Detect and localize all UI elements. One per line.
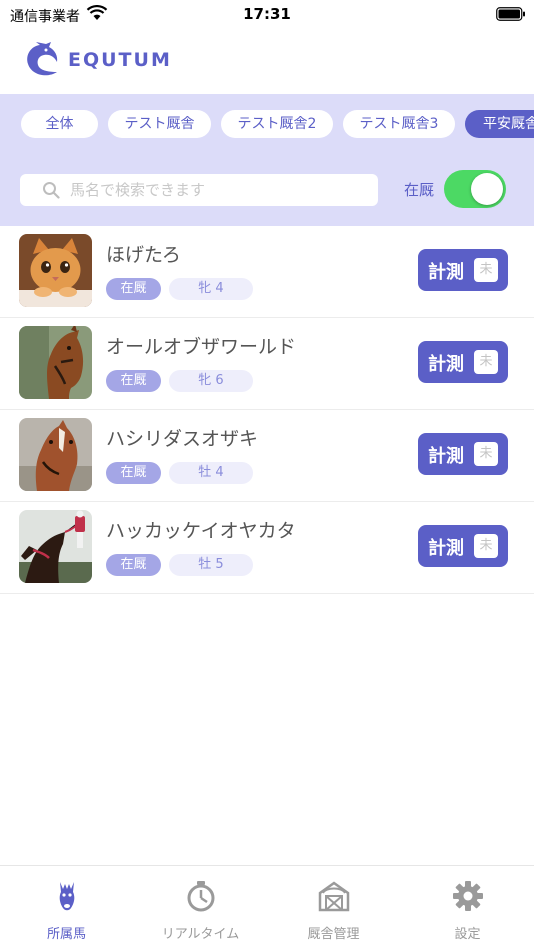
filter-panel: 全体 テスト厩舎 テスト厩舎2 テスト厩舎3 平安厩舎 在厩 xyxy=(0,94,534,226)
status-bar: 通信事業者 17:31 xyxy=(0,0,534,30)
horse-list: ほげたろ 在厩 牝 4 計測 未 オールオブザワールド 在厩 牝 6 計測 未 xyxy=(0,226,534,594)
sex-age-badge: 牡 4 xyxy=(169,462,253,484)
measure-button[interactable]: 計測 未 xyxy=(418,525,508,567)
search-input[interactable] xyxy=(70,174,370,206)
tab-settings[interactable]: 設定 xyxy=(401,866,534,950)
measure-label: 計測 xyxy=(428,354,464,375)
stopwatch-icon xyxy=(187,881,214,912)
tab-realtime[interactable]: リアルタイム xyxy=(134,866,267,950)
sex-age-badge: 牝 6 xyxy=(169,370,253,392)
unmeasured-badge: 未 xyxy=(474,258,498,282)
tab-bar: 所属馬 リアルタイム 厩舎管理 設定 xyxy=(0,865,534,950)
racing-horse-photo xyxy=(19,510,92,583)
tab-horses-label: 所属馬 xyxy=(46,927,86,942)
horse-head-icon xyxy=(59,882,74,911)
horse-row[interactable]: ほげたろ 在厩 牝 4 計測 未 xyxy=(0,226,534,318)
status-time: 17:31 xyxy=(243,5,291,23)
measure-button[interactable]: 計測 未 xyxy=(418,433,508,475)
unmeasured-badge: 未 xyxy=(474,350,498,374)
cat-photo xyxy=(19,234,92,307)
horse-photo xyxy=(19,326,92,399)
tab-stable-management[interactable]: 厩舎管理 xyxy=(267,866,400,950)
unmeasured-badge: 未 xyxy=(474,442,498,466)
horse-row[interactable]: ハッカッケイオヤカタ 在厩 牡 5 計測 未 xyxy=(0,502,534,594)
measure-button[interactable]: 計測 未 xyxy=(418,249,508,291)
horse-photo xyxy=(19,418,92,491)
logo-horse-icon xyxy=(27,42,58,76)
tab-settings-label: 設定 xyxy=(454,927,481,942)
stable-filter-chips: 全体 テスト厩舎 テスト厩舎2 テスト厩舎3 平安厩舎 xyxy=(0,110,534,140)
stable-chip-heian[interactable]: 平安厩舎 xyxy=(465,110,534,138)
search-icon xyxy=(43,182,60,199)
battery-icon xyxy=(496,7,525,21)
sex-age-badge: 牝 4 xyxy=(169,278,253,300)
measure-label: 計測 xyxy=(428,262,464,283)
horse-row[interactable]: ハシリダスオザキ 在厩 牡 4 計測 未 xyxy=(0,410,534,502)
in-stable-toggle-label: 在厩 xyxy=(404,181,435,199)
in-stable-toggle[interactable] xyxy=(444,170,506,208)
horse-name: オールオブザワールド xyxy=(106,336,297,358)
app-header: EQUTUM xyxy=(0,30,534,94)
horse-row[interactable]: オールオブザワールド 在厩 牝 6 計測 未 xyxy=(0,318,534,410)
stable-chip-test-3[interactable]: テスト厩舎3 xyxy=(343,110,455,138)
stable-chip-test-2[interactable]: テスト厩舎2 xyxy=(221,110,333,138)
stable-chip-test[interactable]: テスト厩舎 xyxy=(108,110,211,138)
status-badge: 在厩 xyxy=(106,370,161,392)
barn-icon xyxy=(318,881,349,912)
measure-label: 計測 xyxy=(428,446,464,467)
status-badge: 在厩 xyxy=(106,462,161,484)
horse-name: ほげたろ xyxy=(106,244,181,266)
unmeasured-badge: 未 xyxy=(474,534,498,558)
tab-stable-management-label: 厩舎管理 xyxy=(307,927,360,942)
horse-name: ハッカッケイオヤカタ xyxy=(106,520,296,542)
tab-realtime-label: リアルタイム xyxy=(161,927,240,942)
horse-name: ハシリダスオザキ xyxy=(106,428,259,450)
toggle-knob xyxy=(471,173,503,205)
brand-name: EQUTUM xyxy=(68,49,172,71)
tab-horses[interactable]: 所属馬 xyxy=(0,866,133,950)
status-badge: 在厩 xyxy=(106,278,161,300)
measure-label: 計測 xyxy=(428,538,464,559)
measure-button[interactable]: 計測 未 xyxy=(418,341,508,383)
sex-age-badge: 牡 5 xyxy=(169,554,253,576)
search-box xyxy=(20,174,378,206)
gear-icon xyxy=(452,881,483,911)
stable-chip-all[interactable]: 全体 xyxy=(21,110,98,138)
status-badge: 在厩 xyxy=(106,554,161,576)
